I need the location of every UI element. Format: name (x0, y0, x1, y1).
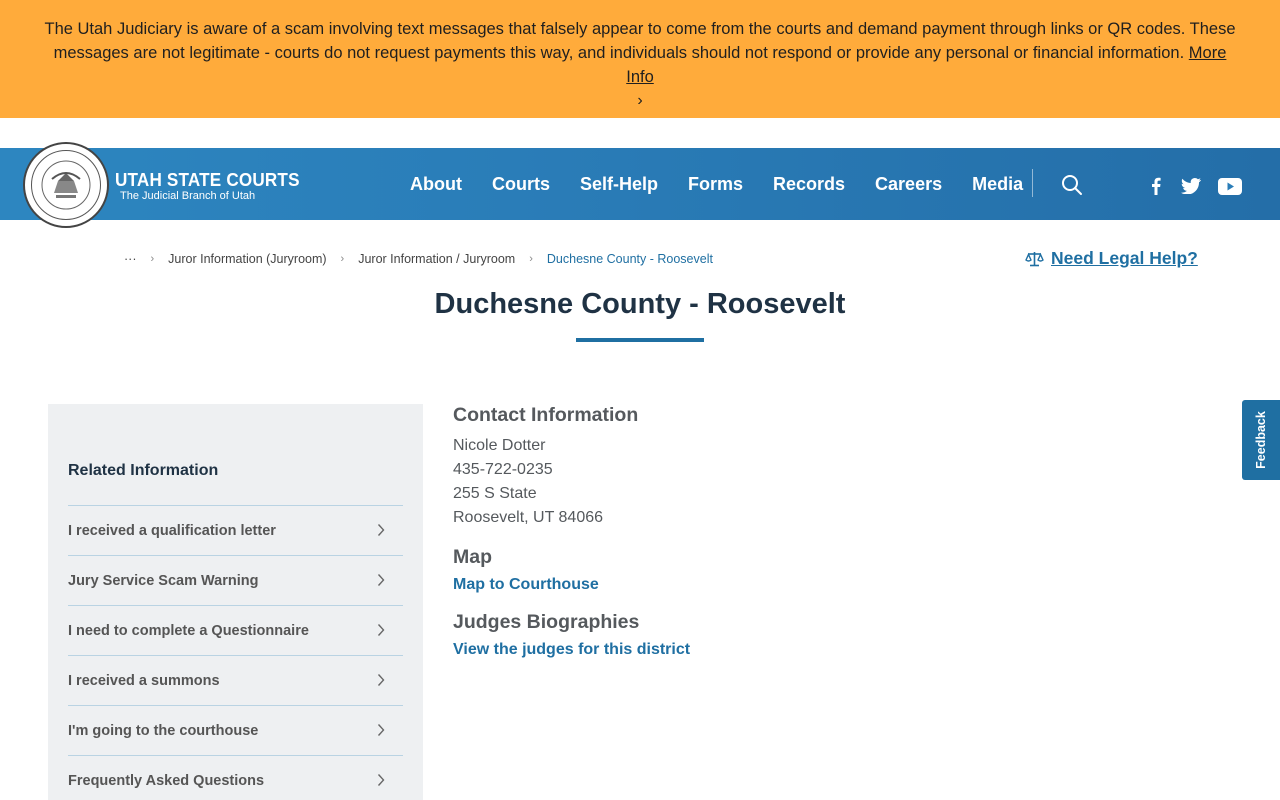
sidebar-item-faq[interactable]: Frequently Asked Questions (68, 755, 403, 800)
nav-self-help[interactable]: Self-Help (580, 174, 658, 195)
sidebar-heading: Related Information (68, 462, 219, 479)
sidebar-item-questionnaire[interactable]: I need to complete a Questionnaire (68, 605, 403, 655)
scam-alert-banner: The Utah Judiciary is aware of a scam in… (0, 0, 1280, 118)
contact-city: Roosevelt, UT 84066 (453, 509, 604, 526)
breadcrumb-juror-info[interactable]: Juror Information (Juryroom) (168, 252, 326, 266)
breadcrumb-separator-icon: › (150, 253, 155, 265)
sidebar-item-label: Jury Service Scam Warning (68, 572, 259, 589)
chevron-right-icon (377, 774, 385, 786)
view-judges-link[interactable]: View the judges for this district (453, 641, 690, 659)
alert-message: The Utah Judiciary is aware of a scam in… (44, 20, 1236, 62)
nav-media[interactable]: Media (972, 174, 1023, 195)
nav-careers[interactable]: Careers (875, 174, 942, 195)
site-header: UTAH STATE COURTS The Judicial Branch of… (0, 142, 1280, 228)
map-heading: Map (453, 546, 492, 568)
sidebar-item-scam-warning[interactable]: Jury Service Scam Warning (68, 555, 403, 605)
sidebar-item-label: I received a qualification letter (68, 522, 276, 539)
breadcrumb: ··· › Juror Information (Juryroom) › Jur… (124, 252, 713, 266)
breadcrumb-separator-icon: › (340, 253, 345, 265)
contact-name: Nicole Dotter (453, 437, 546, 454)
brand[interactable]: UTAH STATE COURTS The Judicial Branch of… (115, 170, 309, 202)
nav-about[interactable]: About (410, 174, 462, 195)
chevron-right-icon (377, 624, 385, 636)
breadcrumb-separator-icon: › (529, 253, 533, 265)
contact-phone: 435-722-0235 (453, 461, 553, 478)
brand-name: UTAH STATE COURTS (115, 170, 300, 190)
sidebar-item-qualification-letter[interactable]: I received a qualification letter (68, 505, 403, 555)
need-legal-help-link[interactable]: Need Legal Help? (1025, 248, 1198, 269)
chevron-right-icon (377, 574, 385, 586)
chevron-right-icon (377, 724, 385, 736)
brand-subtitle: The Judicial Branch of Utah (120, 190, 256, 202)
feedback-tab[interactable]: Feedback (1242, 400, 1280, 480)
scales-icon (1025, 251, 1044, 266)
sidebar-item-label: Frequently Asked Questions (68, 772, 265, 789)
main-content: Contact Information Nicole Dotter 435-72… (453, 404, 1153, 659)
chevron-right-icon (377, 524, 385, 536)
legal-help-label: Need Legal Help? (1051, 248, 1198, 268)
nav-divider (1032, 169, 1033, 197)
nav-courts[interactable]: Courts (492, 174, 550, 195)
nav-forms[interactable]: Forms (688, 174, 743, 195)
breadcrumb-current: Duchesne County - Roosevelt (546, 252, 713, 266)
contact-street: 255 S State (453, 485, 537, 502)
main-nav: About Courts Self-Help Forms Records Car… (395, 148, 1038, 220)
title-underline (576, 338, 704, 342)
sidebar-item-summons[interactable]: I received a summons (68, 655, 403, 705)
facebook-icon[interactable] (1145, 176, 1167, 196)
search-icon[interactable] (1061, 174, 1083, 196)
chevron-right-icon[interactable]: › (40, 89, 1240, 113)
nav-records[interactable]: Records (773, 174, 845, 195)
seal-emblem-icon (41, 160, 91, 210)
sidebar-item-label: I'm going to the courthouse (68, 722, 259, 739)
page-title: Duchesne County - Roosevelt (434, 288, 846, 320)
sidebar-item-label: I received a summons (68, 672, 220, 689)
map-to-courthouse-link[interactable]: Map to Courthouse (453, 576, 599, 594)
twitter-icon[interactable] (1180, 176, 1202, 196)
breadcrumb-ellipsis[interactable]: ··· (124, 252, 137, 266)
contact-heading: Contact Information (453, 404, 639, 426)
related-information-sidebar: Related Information I received a qualifi… (48, 404, 423, 800)
utah-seal-logo[interactable] (23, 142, 109, 228)
youtube-icon[interactable] (1218, 176, 1242, 196)
breadcrumb-juror-info-juryroom[interactable]: Juror Information / Juryroom (358, 252, 515, 266)
feedback-label: Feedback (1254, 411, 1269, 469)
chevron-right-icon (377, 674, 385, 686)
judges-heading: Judges Biographies (453, 611, 640, 633)
sidebar-item-courthouse[interactable]: I'm going to the courthouse (68, 705, 403, 755)
sidebar-item-label: I need to complete a Questionnaire (68, 622, 309, 639)
